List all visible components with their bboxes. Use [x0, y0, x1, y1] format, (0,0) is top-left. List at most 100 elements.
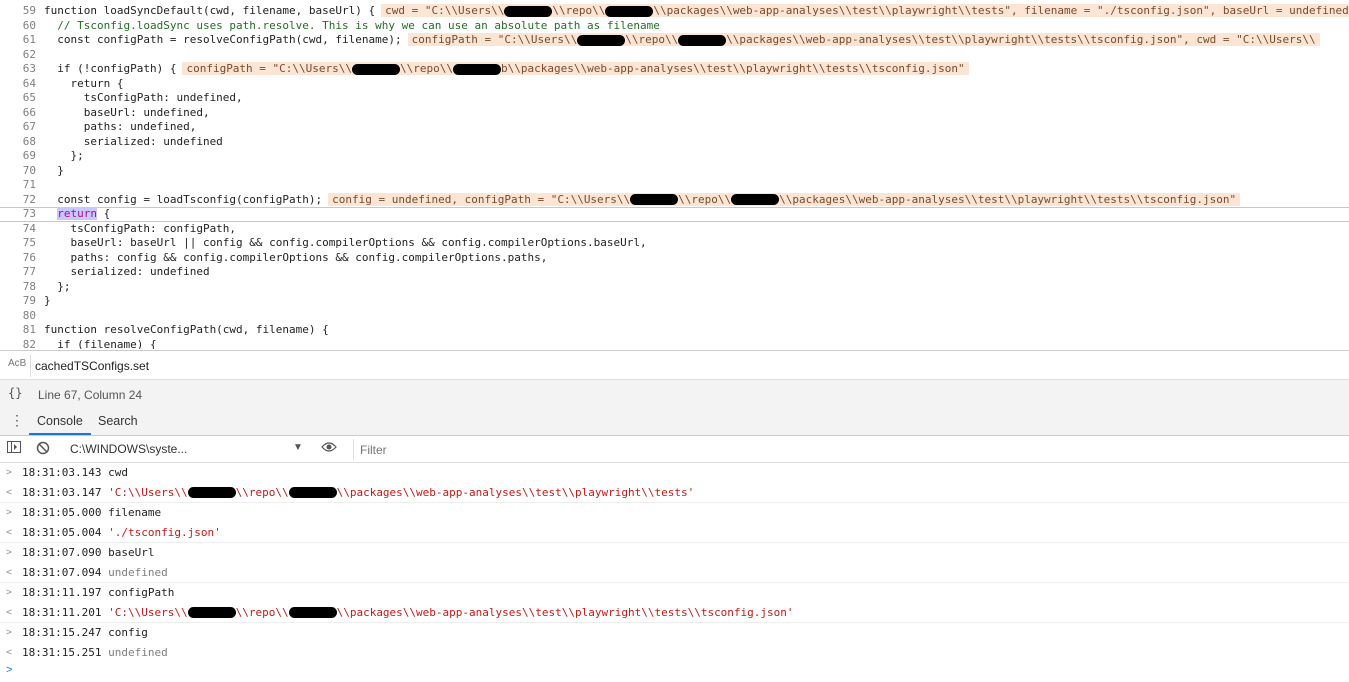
- console-prompt[interactable]: >: [0, 662, 1349, 682]
- chevron-left-icon: <: [6, 566, 13, 578]
- source-code-editor[interactable]: 59 function loadSyncDefault(cwd, filename…: [0, 0, 1349, 349]
- code-line[interactable]: 74 tsConfigPath: configPath,: [0, 222, 1349, 237]
- line-number[interactable]: 67: [0, 120, 36, 135]
- redaction-mark: [504, 5, 553, 17]
- redaction-mark: [288, 487, 337, 498]
- chevron-left-icon: <: [6, 606, 13, 618]
- line-number[interactable]: 66: [0, 106, 36, 121]
- timestamp: 18:31:05.004: [22, 525, 102, 539]
- pretty-print-icon[interactable]: {}: [8, 386, 22, 400]
- console-result-row[interactable]: <18:31:11.201 'C:\\Users\\ \\repo\\ \\pack…: [0, 603, 1349, 623]
- code-line[interactable]: 61 const configPath = resolveConfigPath(…: [0, 33, 1349, 48]
- code-line[interactable]: 70 }: [0, 164, 1349, 179]
- code-line[interactable]: 81 function resolveConfigPath(cwd, filena…: [0, 323, 1349, 338]
- code-line[interactable]: 78 };: [0, 280, 1349, 295]
- line-number[interactable]: 72: [0, 193, 36, 208]
- line-number[interactable]: 61: [0, 33, 36, 48]
- timestamp: 18:31:03.147: [22, 485, 102, 499]
- line-number[interactable]: 68: [0, 135, 36, 150]
- line-number[interactable]: 80: [0, 309, 36, 324]
- console-result-row[interactable]: <18:31:05.004 './tsconfig.json': [0, 523, 1349, 543]
- line-number[interactable]: 73: [0, 207, 36, 221]
- code-line[interactable]: 77 serialized: undefined: [0, 265, 1349, 280]
- match-case-icon[interactable]: AᴄB: [8, 358, 26, 369]
- search-input[interactable]: [30, 355, 1347, 377]
- line-number[interactable]: 78: [0, 280, 36, 295]
- prompt-chevron-icon: >: [6, 664, 13, 676]
- line-number[interactable]: 63: [0, 62, 36, 77]
- redaction-mark: [630, 194, 679, 205]
- code-line[interactable]: 71: [0, 178, 1349, 193]
- console-input-row[interactable]: >18:31:07.090 baseUrl: [0, 542, 1349, 563]
- filter-input[interactable]: [353, 439, 1349, 460]
- redaction-mark: [453, 63, 502, 75]
- eye-icon[interactable]: [321, 441, 337, 456]
- line-number[interactable]: 62: [0, 48, 36, 63]
- clear-console-icon[interactable]: [36, 441, 50, 458]
- code-text: baseUrl: undefined,: [44, 105, 210, 119]
- line-number[interactable]: 70: [0, 164, 36, 179]
- code-line[interactable]: 72 const config = loadTsconfig(configPat…: [0, 192, 1349, 208]
- line-number[interactable]: 74: [0, 222, 36, 237]
- line-number[interactable]: 82: [0, 338, 36, 350]
- console-input-row[interactable]: >18:31:11.197 configPath: [0, 582, 1349, 603]
- code-line[interactable]: 65 tsConfigPath: undefined,: [0, 91, 1349, 106]
- code-line[interactable]: 68 serialized: undefined: [0, 135, 1349, 150]
- timestamp: 18:31:15.251: [22, 645, 102, 659]
- code-line[interactable]: 62: [0, 48, 1349, 63]
- context-selector[interactable]: C:\WINDOWS\syste...: [70, 442, 187, 456]
- code-line[interactable]: 63 if (!configPath) {configPath = "C:\\U…: [0, 62, 1349, 77]
- redaction-mark: [731, 194, 780, 205]
- line-number[interactable]: 69: [0, 149, 36, 164]
- line-number[interactable]: 71: [0, 178, 36, 193]
- code-line[interactable]: 75 baseUrl: baseUrl || config && config.…: [0, 236, 1349, 251]
- inline-value-part: b\\packages\\web-app-analyses\\test\\pla…: [501, 62, 965, 75]
- tab-console[interactable]: Console: [29, 408, 91, 435]
- code-line[interactable]: 66 baseUrl: undefined,: [0, 106, 1349, 121]
- code-line[interactable]: 59 function loadSyncDefault(cwd, filename…: [0, 4, 1349, 19]
- line-number[interactable]: 65: [0, 91, 36, 106]
- line-number[interactable]: 77: [0, 265, 36, 280]
- console-result-row[interactable]: <18:31:15.251 undefined: [0, 643, 1349, 663]
- more-options-icon[interactable]: ⋮: [10, 412, 24, 429]
- console-input-row[interactable]: >18:31:05.000 filename: [0, 502, 1349, 523]
- redaction-mark: [352, 63, 401, 75]
- code-line[interactable]: 60 // Tsconfig.loadSync uses path.resolv…: [0, 19, 1349, 34]
- chevron-down-icon[interactable]: ▼: [293, 442, 303, 453]
- code-line[interactable]: 73 return {: [0, 207, 1349, 222]
- execution-pointer-keyword: return: [57, 207, 97, 220]
- timestamp: 18:31:03.143: [22, 466, 102, 479]
- redaction-mark: [187, 607, 236, 618]
- line-number[interactable]: 64: [0, 77, 36, 92]
- console-result-row[interactable]: <18:31:03.147 'C:\\Users\\ \\repo\\ \\pack…: [0, 483, 1349, 503]
- line-number[interactable]: 60: [0, 19, 36, 34]
- code-line[interactable]: 67 paths: undefined,: [0, 120, 1349, 135]
- chevron-right-icon: >: [6, 467, 13, 478]
- sidebar-toggle-icon[interactable]: [7, 441, 21, 456]
- console-input-row[interactable]: >18:31:15.247 config: [0, 622, 1349, 643]
- cursor-position: Line 67, Column 24: [38, 388, 143, 402]
- console-input-row[interactable]: >18:31:03.143 cwd: [0, 463, 1349, 483]
- code-line[interactable]: 64 return {: [0, 77, 1349, 92]
- inline-value-part: cwd = "C:\\Users\\: [385, 4, 505, 17]
- code-line[interactable]: 79}: [0, 294, 1349, 309]
- code-line[interactable]: 80: [0, 309, 1349, 324]
- line-number[interactable]: 79: [0, 294, 36, 309]
- timestamp: 18:31:11.197: [22, 586, 102, 599]
- code-text: baseUrl: baseUrl || config && config.com…: [44, 236, 647, 249]
- line-number[interactable]: 76: [0, 251, 36, 266]
- code-text: return {: [44, 76, 124, 90]
- code-text: tsConfigPath: configPath,: [44, 221, 237, 235]
- tab-search[interactable]: Search: [90, 408, 146, 435]
- code-line[interactable]: 69 };: [0, 149, 1349, 164]
- code-text: }: [44, 163, 64, 177]
- line-number[interactable]: 59: [0, 4, 36, 19]
- console-result-row[interactable]: <18:31:07.094 undefined: [0, 563, 1349, 583]
- code-line[interactable]: 76 paths: config && config.compilerOptio…: [0, 251, 1349, 266]
- code-line[interactable]: 82 if (filename) {: [0, 338, 1349, 350]
- console-value: 'C:\\Users\\: [108, 485, 188, 499]
- inline-value-part: \\repo\\: [678, 192, 732, 206]
- console-value: configPath: [108, 586, 175, 599]
- line-number[interactable]: 75: [0, 236, 36, 251]
- line-number[interactable]: 81: [0, 323, 36, 338]
